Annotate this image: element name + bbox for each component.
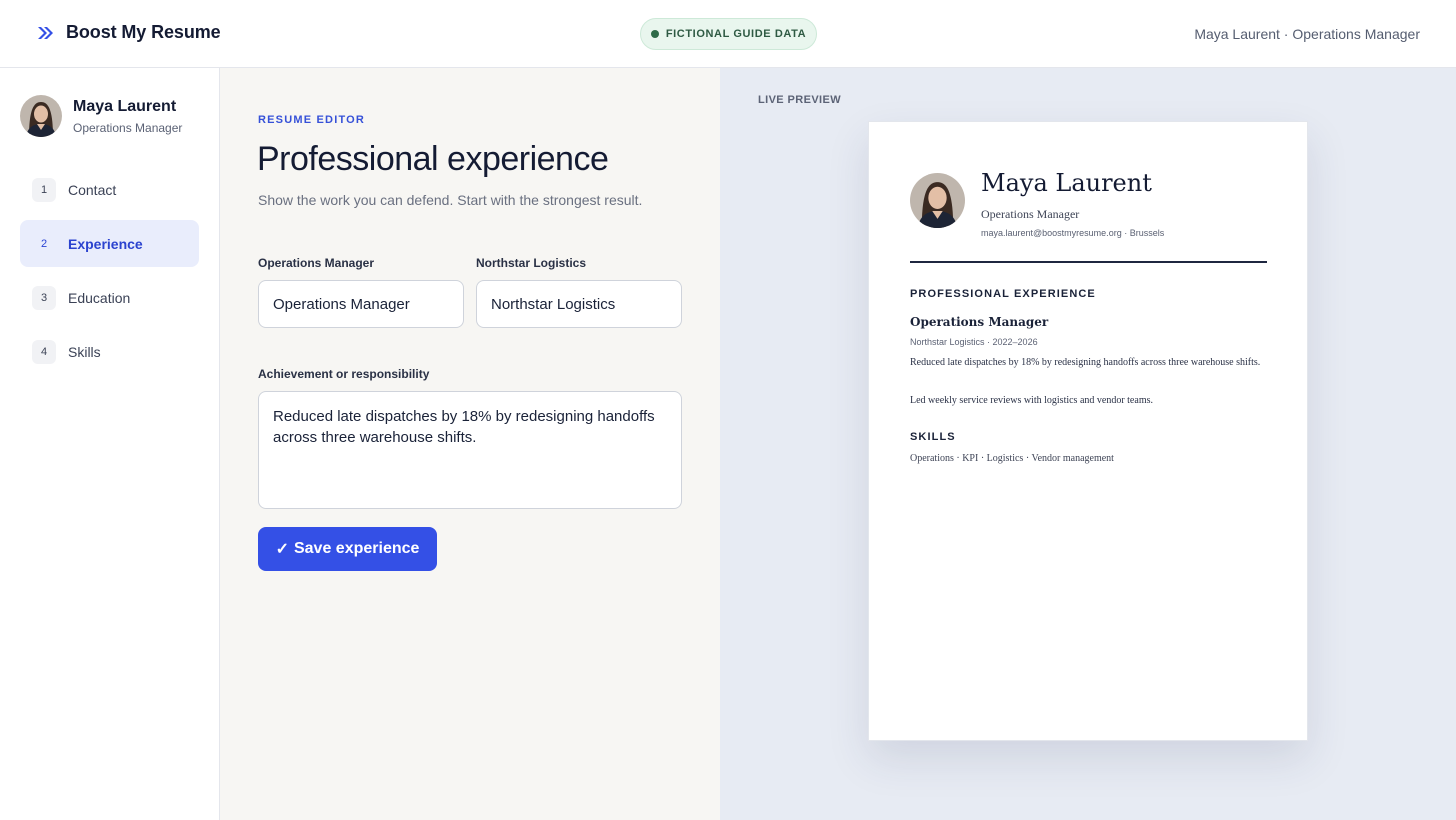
step-number: 3 — [32, 285, 56, 310]
resume-job-meta: Northstar Logistics · 2022–2026 — [910, 337, 1038, 347]
page-subtitle: Show the work you can defend. Start with… — [258, 192, 643, 208]
sidebar-item-education[interactable]: 3 Education — [20, 274, 199, 321]
fictional-data-badge: FICTIONAL GUIDE DATA — [640, 18, 817, 50]
status-dot-icon — [650, 30, 659, 38]
company-field-label: Northstar Logistics — [476, 256, 587, 270]
resume-preview: Maya Laurent Operations Manager maya.lau… — [868, 121, 1308, 741]
sidebar-item-label: Education — [68, 289, 131, 306]
header-user-info: Maya Laurent · Operations Manager — [1194, 26, 1420, 42]
save-button-label: Save experience — [293, 540, 420, 557]
profile-role: Operations Manager — [73, 120, 183, 135]
resume-divider — [910, 261, 1267, 263]
resume-bullet: Reduced late dispatches by 18% by redesi… — [910, 357, 1261, 368]
resume-avatar — [910, 173, 965, 228]
sidebar-item-experience[interactable]: 2 Experience — [20, 220, 199, 267]
achievement-textarea[interactable]: Reduced late dispatches by 18% by redesi… — [258, 391, 682, 509]
page-title: Professional experience — [257, 140, 609, 178]
brand[interactable]: Boost My Resume — [36, 22, 221, 43]
resume-role: Operations Manager — [981, 207, 1080, 221]
section-nav: 1 Contact 2 Experience 3 Education 4 Ski… — [20, 166, 199, 382]
save-experience-button[interactable]: ✓ Save experience — [258, 527, 437, 571]
resume-job-title: Operations Manager — [910, 315, 1049, 329]
check-icon: ✓ — [275, 541, 289, 558]
top-bar: Boost My Resume FICTIONAL GUIDE DATA May… — [0, 0, 1456, 68]
role-field-label: Operations Manager — [258, 256, 375, 270]
profile-card: Maya Laurent Operations Manager — [20, 95, 182, 137]
role-input[interactable] — [258, 280, 464, 328]
sidebar-item-contact[interactable]: 1 Contact — [20, 166, 199, 213]
badge-label: FICTIONAL GUIDE DATA — [665, 28, 807, 40]
achievement-field-label: Achievement or responsibility — [258, 367, 430, 381]
sidebar-item-skills[interactable]: 4 Skills — [20, 328, 199, 375]
double-chevron-icon — [38, 26, 53, 39]
preview-label: LIVE PREVIEW — [758, 94, 842, 106]
resume-skills-heading: SKILLS — [910, 431, 956, 443]
sidebar: Maya Laurent Operations Manager 1 Contac… — [0, 68, 220, 820]
resume-name: Maya Laurent — [981, 169, 1152, 197]
sidebar-item-label: Experience — [68, 235, 143, 252]
editor-panel: RESUME EDITOR Professional experience Sh… — [220, 68, 720, 820]
resume-skills: Operations · KPI · Logistics · Vendor ma… — [910, 453, 1114, 464]
resume-bullet: Led weekly service reviews with logistic… — [910, 395, 1153, 406]
brand-name: Boost My Resume — [66, 22, 221, 42]
resume-experience-heading: PROFESSIONAL EXPERIENCE — [910, 288, 1096, 300]
editor-eyebrow: RESUME EDITOR — [258, 114, 366, 126]
sidebar-item-label: Skills — [68, 343, 101, 360]
sidebar-item-label: Contact — [68, 181, 117, 198]
avatar — [20, 95, 62, 137]
company-input[interactable] — [476, 280, 682, 328]
step-number: 1 — [32, 177, 56, 202]
step-number: 4 — [32, 339, 56, 364]
step-number: 2 — [32, 231, 56, 256]
resume-contact: maya.laurent@boostmyresume.org · Brussel… — [981, 228, 1165, 238]
live-preview-panel: LIVE PREVIEW Maya Laurent Operations Man… — [720, 68, 1456, 820]
profile-name: Maya Laurent — [73, 97, 177, 115]
